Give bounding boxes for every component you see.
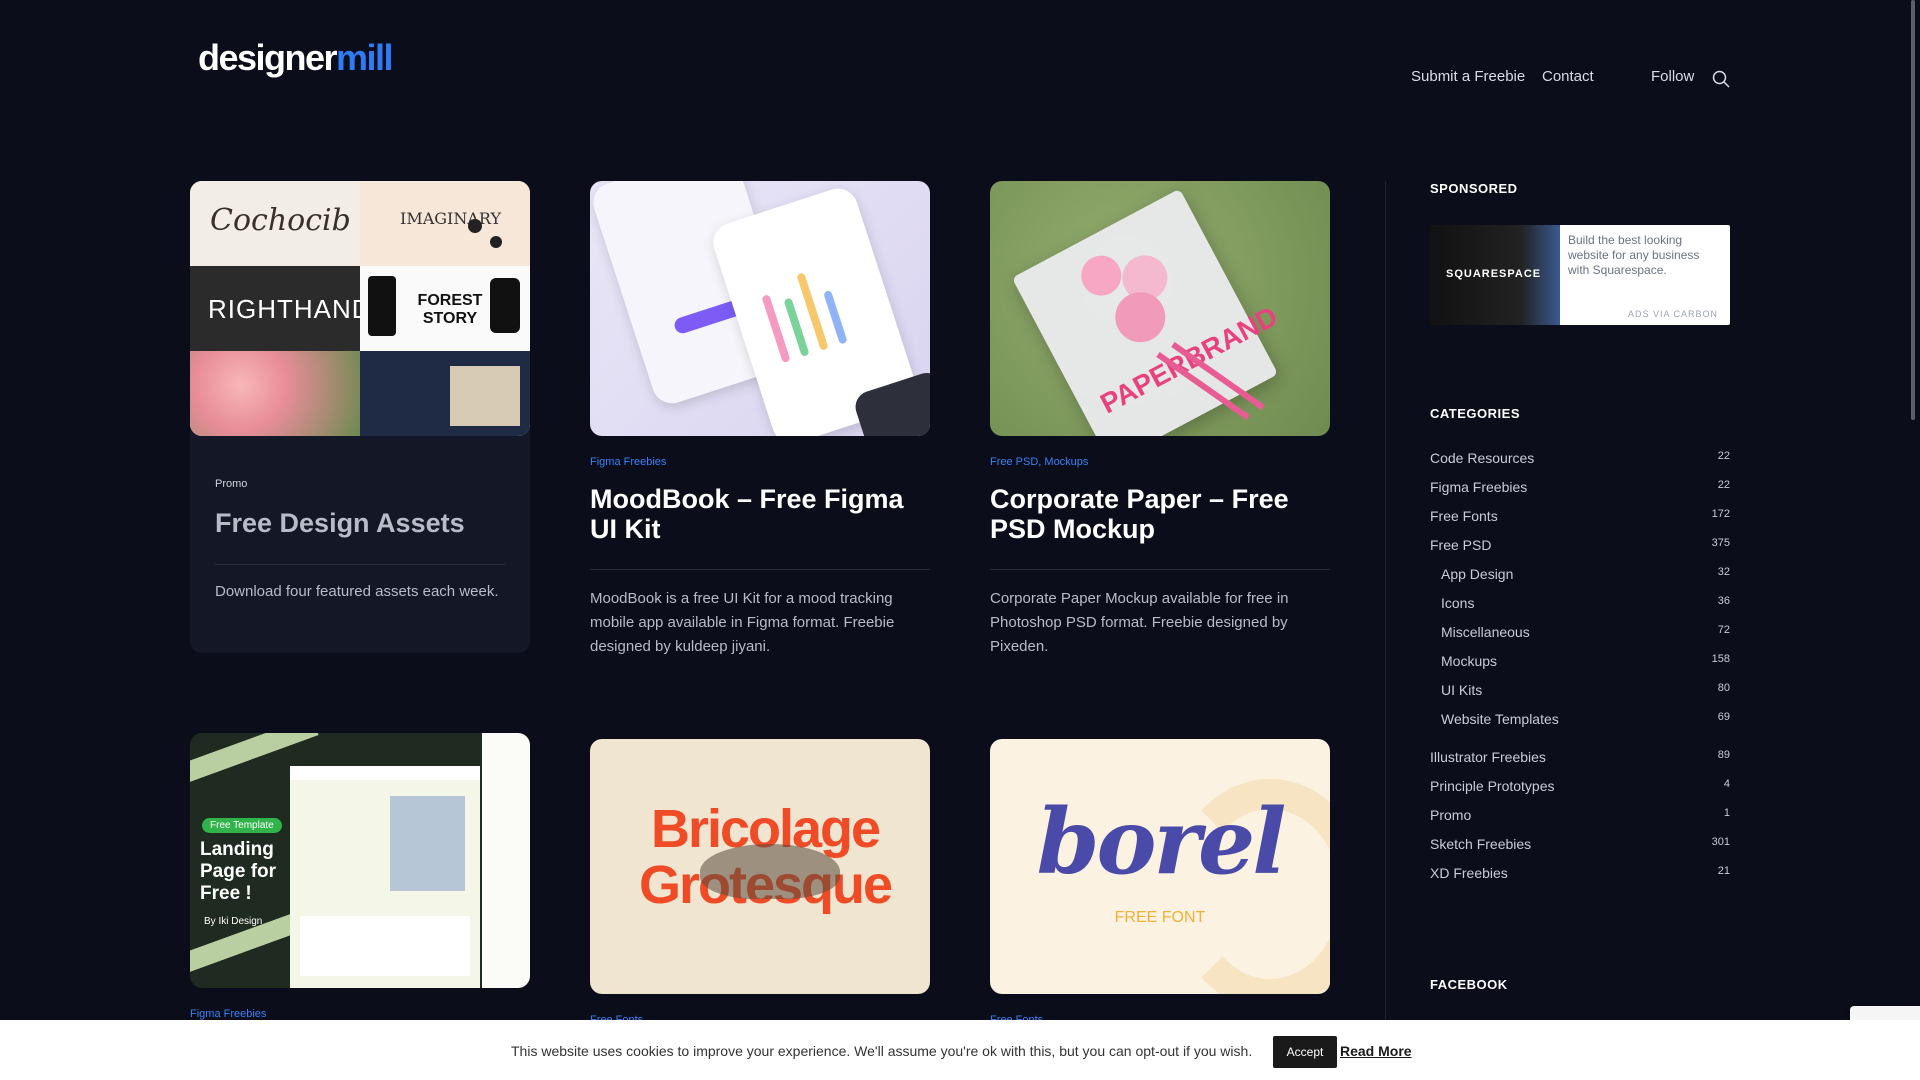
post-thumbnail[interactable]: Bricolage Grotesque — [590, 739, 930, 994]
category-item[interactable]: Principle Prototypes 4 — [1430, 778, 1730, 807]
search-icon[interactable] — [1712, 70, 1730, 88]
accept-button[interactable]: Accept — [1273, 1036, 1337, 1068]
category-item[interactable]: Free Fonts 172 — [1430, 508, 1730, 537]
post-thumbnail[interactable] — [590, 181, 930, 436]
post-thumbnail[interactable]: PAPERBRAND — [990, 181, 1330, 436]
thumb-text: borel — [1036, 789, 1287, 895]
logo-main-text: designer — [198, 37, 338, 78]
scrollbar-thumb[interactable] — [1911, 0, 1915, 420]
ad-text[interactable]: Build the best looking website for any b… — [1568, 233, 1718, 278]
thumb-by: By Iki Design — [204, 916, 263, 927]
nav-follow[interactable]: Follow — [1651, 68, 1694, 85]
category-item[interactable]: Illustrator Freebies 89 — [1430, 749, 1730, 778]
thumb-word: Cochocib — [210, 203, 351, 238]
thumb-word: RIGHTHAND — [208, 294, 372, 324]
nav-submit-freebie[interactable]: Submit a Freebie — [1411, 68, 1525, 85]
post-thumbnail[interactable]: Free Template Landing Page for Free ! By… — [190, 733, 530, 988]
promo-thumbnail[interactable]: Cochocib IMAGINARY RIGHTHAND FOREST STOR… — [190, 181, 530, 436]
sponsored-heading: SPONSORED — [1430, 181, 1518, 196]
divider — [215, 564, 505, 565]
logo-accent-text: mill — [336, 37, 394, 78]
subcategory-item[interactable]: Website Templates 69 — [1430, 711, 1730, 740]
facebook-heading: FACEBOOK — [1430, 977, 1508, 992]
ad-via[interactable]: ADS VIA CARBON — [1628, 309, 1718, 319]
category-item[interactable]: Free PSD 375 — [1430, 537, 1730, 566]
categories-list: Code Resources 22 Figma Freebies 22 Free F… — [1430, 450, 1730, 894]
card-category[interactable]: Figma Freebies — [190, 1008, 266, 1020]
card-category[interactable]: Figma Freebies — [590, 456, 666, 468]
category-item[interactable]: Figma Freebies 22 — [1430, 479, 1730, 508]
sidebar-divider — [1385, 181, 1386, 1021]
ad-image[interactable]: SQUARESPACE — [1430, 225, 1560, 325]
category-item[interactable]: Code Resources 22 — [1430, 450, 1730, 479]
card-category[interactable]: Promo — [215, 478, 247, 490]
subcategory-item[interactable]: UI Kits 80 — [1430, 682, 1730, 711]
site-logo[interactable]: designermill — [198, 37, 394, 79]
cookie-text: This website uses cookies to improve you… — [511, 1043, 1253, 1059]
sponsored-ad[interactable]: SQUARESPACE Build the best looking websi… — [1430, 225, 1730, 325]
divider — [590, 569, 930, 570]
thumb-tag: Free Template — [202, 818, 282, 833]
thumb-text: Landing Page for Free ! — [200, 839, 277, 904]
category-item[interactable]: Promo 1 — [1430, 807, 1730, 836]
subcategory-item[interactable]: Icons 36 — [1430, 595, 1730, 624]
card-title[interactable]: Free Design Assets — [215, 508, 505, 538]
card-description: Corporate Paper Mockup available for fre… — [990, 590, 1289, 655]
divider — [990, 569, 1330, 570]
card-title[interactable]: MoodBook – Free Figma UI Kit — [590, 484, 930, 544]
read-more-link[interactable]: Read More — [1340, 1043, 1412, 1059]
categories-heading: CATEGORIES — [1430, 406, 1520, 421]
card-description: MoodBook is a free UI Kit for a mood tra… — [590, 590, 895, 655]
subcategory-item[interactable]: Miscellaneous 72 — [1430, 624, 1730, 653]
nav-contact[interactable]: Contact — [1542, 68, 1594, 85]
category-item[interactable]: XD Freebies 21 — [1430, 865, 1730, 894]
card-category[interactable]: Free PSD, Mockups — [990, 456, 1088, 468]
card-description: Download four featured assets each week. — [215, 583, 499, 600]
ad-brand: SQUARESPACE — [1446, 268, 1542, 280]
category-item[interactable]: Sketch Freebies 301 — [1430, 836, 1730, 865]
thumb-sub: FREE FONT — [1114, 909, 1206, 926]
thumb-word: FOREST STORY — [417, 292, 483, 327]
card-title[interactable]: Corporate Paper – Free PSD Mockup — [990, 484, 1330, 544]
thumb-word: IMAGINARY — [400, 209, 502, 228]
subcategory-item[interactable]: App Design 32 — [1430, 566, 1730, 595]
post-thumbnail[interactable]: borel FREE FONT — [990, 739, 1330, 994]
subcategory-item[interactable]: Mockups 158 — [1430, 653, 1730, 682]
